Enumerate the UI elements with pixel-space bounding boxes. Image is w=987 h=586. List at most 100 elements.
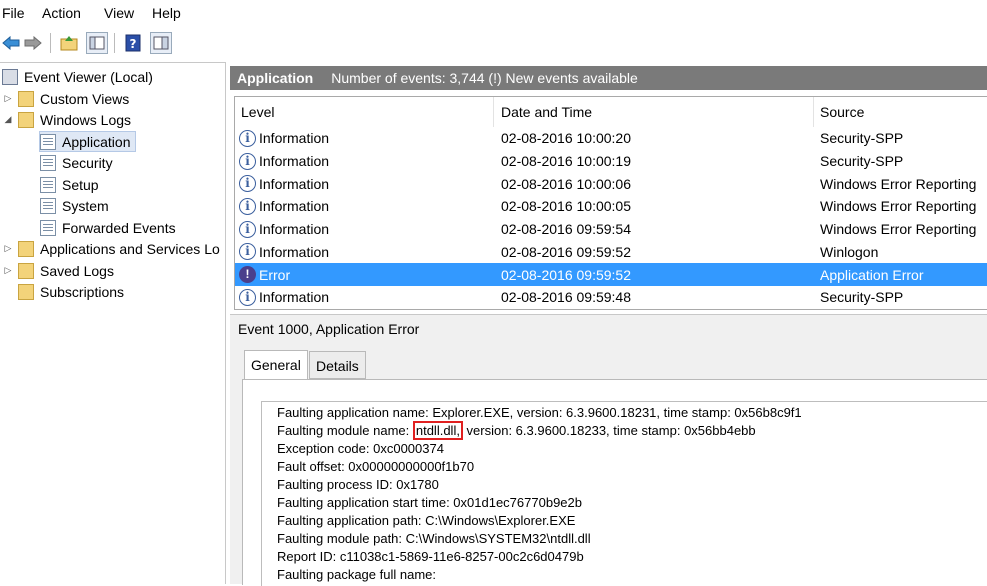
folder-icon: [18, 283, 34, 300]
event-source: Security-SPP: [820, 289, 904, 306]
information-icon: i: [239, 243, 256, 261]
tree-forwarded-label: Forwarded Events: [62, 219, 176, 236]
menu-action[interactable]: Action: [42, 5, 81, 21]
log-icon: [40, 133, 56, 150]
tree-security[interactable]: Security: [40, 152, 113, 173]
show-hide-tree-icon[interactable]: [86, 32, 108, 54]
tree-system-label: System: [62, 197, 109, 214]
tree-saved-logs-label: Saved Logs: [40, 262, 114, 279]
event-datetime: 02-08-2016 10:00:19: [501, 153, 631, 170]
event-source: Security-SPP: [820, 153, 904, 170]
description-line: Fault offset: 0x00000000000f1b70: [277, 459, 475, 474]
description-line: Faulting application start time: 0x01d1e…: [277, 495, 582, 510]
expand-icon[interactable]: ▷: [2, 265, 14, 276]
tree-windows-logs-label: Windows Logs: [40, 111, 132, 128]
description-line: Faulting application path: C:\Windows\Ex…: [277, 513, 576, 528]
folder-icon: [18, 262, 34, 279]
events-table: Level Date and Time Source i Information …: [234, 96, 987, 310]
tab-details[interactable]: Details: [309, 351, 366, 379]
tab-general[interactable]: General: [244, 350, 308, 380]
event-details-title: Event 1000, Application Error: [238, 321, 420, 337]
tree-setup[interactable]: Setup: [40, 174, 99, 195]
column-header-datetime[interactable]: Date and Time: [501, 97, 592, 127]
event-datetime: 02-08-2016 09:59:52: [501, 266, 631, 283]
tree-windows-logs[interactable]: ◢ Windows Logs: [2, 109, 131, 130]
column-header-source[interactable]: Source: [820, 97, 864, 127]
event-level: Information: [259, 153, 330, 170]
console-tree: Event Viewer (Local) ▷ Custom Views ◢ Wi…: [0, 62, 226, 584]
tree-subscriptions-label: Subscriptions: [40, 283, 125, 300]
information-icon: i: [239, 220, 256, 238]
event-level: Error: [259, 266, 291, 283]
event-source: Application Error: [820, 266, 924, 283]
column-divider[interactable]: [813, 97, 814, 127]
description-line: Faulting module name: ntdll.dll, version…: [277, 421, 756, 440]
toolbar: ?: [0, 28, 987, 60]
log-icon: [40, 219, 56, 236]
table-row[interactable]: i Information 02-08-2016 09:59:48 Securit…: [235, 286, 987, 309]
tree-setup-label: Setup: [62, 176, 99, 193]
module-name-label: Faulting module name:: [277, 423, 413, 438]
module-version-text: version: 6.3.9600.18233, time stamp: 0x5…: [462, 423, 756, 438]
tree-saved-logs[interactable]: ▷ Saved Logs: [2, 260, 114, 281]
menu-view[interactable]: View: [104, 5, 134, 21]
expand-icon[interactable]: ▷: [2, 93, 14, 104]
help-icon[interactable]: ?: [122, 32, 144, 54]
toolbar-separator: [50, 33, 51, 53]
information-icon: i: [239, 175, 256, 193]
description-line: Report ID: c11038c1-5869-11e6-8257-00c2c…: [277, 549, 584, 564]
event-datetime: 02-08-2016 09:59:54: [501, 221, 631, 238]
menu-bar: File Action View Help: [0, 0, 987, 28]
column-header-level[interactable]: Level: [241, 97, 274, 127]
folder-icon: [18, 90, 34, 107]
table-row[interactable]: i Information 02-08-2016 10:00:19 Securit…: [235, 150, 987, 173]
toolbar-separator: [114, 33, 115, 53]
folder-icon: [18, 240, 34, 257]
tree-subscriptions[interactable]: Subscriptions: [18, 281, 124, 302]
information-icon: i: [239, 288, 256, 306]
event-description[interactable]: Faulting application name: Explorer.EXE,…: [261, 401, 987, 586]
table-row[interactable]: i Information 02-08-2016 10:00:05 Windows…: [235, 195, 987, 218]
menu-file[interactable]: File: [2, 5, 25, 21]
event-datetime: 02-08-2016 10:00:20: [501, 130, 631, 147]
tree-application-label: Application: [62, 133, 131, 150]
event-level: Information: [259, 221, 330, 238]
event-viewer-icon: [2, 68, 18, 85]
folder-icon: [18, 111, 34, 128]
log-icon: [40, 154, 56, 171]
description-line: Faulting application name: Explorer.EXE,…: [277, 405, 802, 420]
event-level: Information: [259, 243, 330, 260]
log-header: Application Number of events: 3,744 (!) …: [230, 66, 987, 90]
menu-help[interactable]: Help: [152, 5, 181, 21]
event-source: Windows Error Reporting: [820, 175, 977, 192]
log-icon: [40, 197, 56, 214]
collapse-icon[interactable]: ◢: [2, 114, 14, 125]
tree-forwarded-events[interactable]: Forwarded Events: [40, 217, 176, 238]
forward-arrow-icon[interactable]: [22, 32, 44, 54]
tree-custom-views[interactable]: ▷ Custom Views: [2, 88, 129, 109]
event-level: Information: [259, 289, 330, 306]
column-divider[interactable]: [493, 97, 494, 127]
table-row[interactable]: i Information 02-08-2016 10:00:20 Securit…: [235, 127, 987, 150]
tree-application[interactable]: Application: [39, 131, 136, 152]
expand-icon[interactable]: ▷: [2, 243, 14, 254]
tree-root-label: Event Viewer (Local): [24, 68, 153, 85]
tree-custom-views-label: Custom Views: [40, 90, 130, 107]
description-line: Faulting process ID: 0x1780: [277, 477, 439, 492]
table-row-selected[interactable]: ! Error 02-08-2016 09:59:52 Application E…: [235, 263, 987, 286]
information-icon: i: [239, 129, 256, 147]
back-arrow-icon[interactable]: [0, 32, 22, 54]
tree-root[interactable]: Event Viewer (Local): [2, 66, 153, 87]
event-source: Windows Error Reporting: [820, 198, 977, 215]
description-line: Faulting package full name:: [277, 567, 436, 582]
event-source: Winlogon: [820, 243, 879, 260]
description-line: Exception code: 0xc0000374: [277, 441, 444, 456]
tree-system[interactable]: System: [40, 195, 109, 216]
properties-icon[interactable]: [150, 32, 172, 54]
up-folder-icon[interactable]: [58, 32, 80, 54]
table-row[interactable]: i Information 02-08-2016 09:59:54 Windows…: [235, 218, 987, 241]
table-row[interactable]: i Information 02-08-2016 09:59:52 Winlogo…: [235, 241, 987, 264]
table-row[interactable]: i Information 02-08-2016 10:00:06 Windows…: [235, 172, 987, 195]
information-icon: i: [239, 152, 256, 170]
tree-apps-services[interactable]: ▷ Applications and Services Lo: [2, 238, 220, 259]
